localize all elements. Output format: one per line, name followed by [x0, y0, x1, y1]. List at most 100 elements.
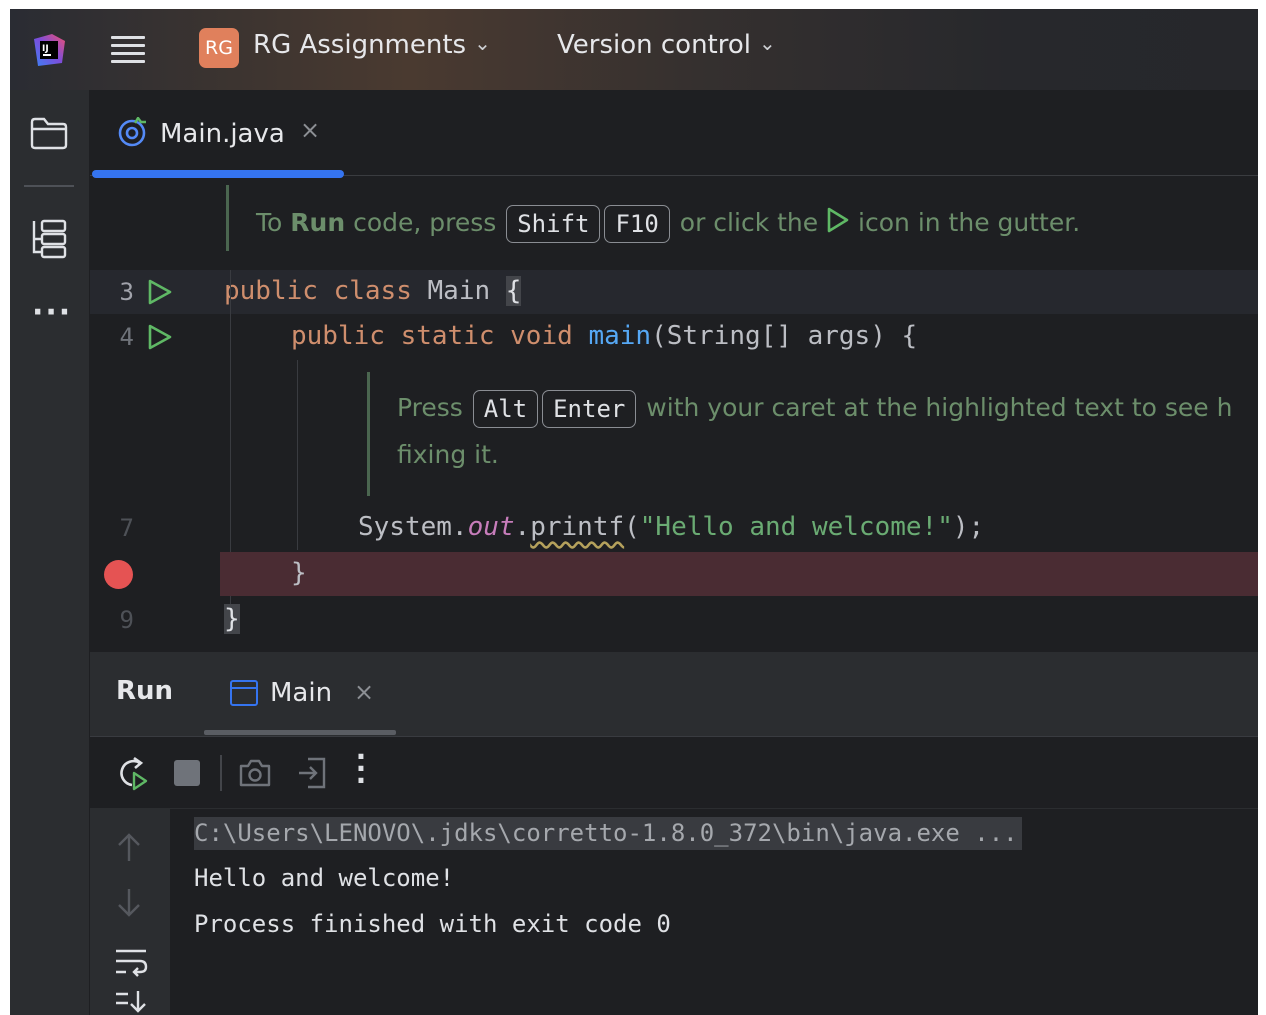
tab-main-java[interactable]: Main.java ×	[90, 90, 344, 178]
version-control-menu[interactable]: Version control ⌄	[557, 30, 776, 60]
enter-key: Enter	[542, 390, 637, 428]
code-line-7[interactable]: 7 System.out.printf("Hello and welcome!"…	[90, 506, 1258, 550]
string-literal: "Hello and welcome!"	[639, 512, 953, 542]
close-paren: );	[952, 512, 985, 542]
run-hint-prefix: To	[256, 208, 291, 237]
scroll-up-icon[interactable]	[114, 831, 144, 863]
project-selector[interactable]: RG Assignments ⌄	[253, 30, 491, 60]
close-icon[interactable]: ×	[300, 116, 320, 144]
fix-hint-line2: fixing it.	[397, 440, 499, 469]
closing-brace-method: }	[291, 558, 307, 588]
console-icon	[230, 680, 258, 706]
console-output: C:\Users\LENOVO\.jdks\corretto-1.8.0_372…	[90, 809, 1258, 1015]
keyword-static: static	[400, 321, 495, 351]
scroll-to-end-icon[interactable]	[114, 989, 148, 1015]
run-tool-window: Run Main × · · · C:\Users\LENOVO\.jdks\c…	[90, 652, 1258, 1015]
project-name: RG Assignments	[253, 30, 467, 60]
stop-icon[interactable]	[174, 760, 200, 786]
intellij-logo-icon[interactable]: IJ	[32, 33, 66, 67]
version-control-label: Version control	[557, 30, 751, 60]
structure-icon[interactable]	[30, 218, 68, 260]
code-printf-statement: System.out.printf("Hello and welcome!");	[358, 512, 984, 542]
line-number: 3	[119, 278, 134, 306]
chevron-down-icon: ⌄	[759, 31, 776, 55]
run-hint-suffix: icon in the gutter.	[850, 208, 1081, 237]
line-number: 9	[119, 606, 134, 634]
keyword-public: public	[291, 321, 385, 351]
java-command-line[interactable]: C:\Users\LENOVO\.jdks\corretto-1.8.0_372…	[194, 817, 1022, 850]
active-tab-indicator	[204, 730, 396, 735]
soft-wrap-icon[interactable]	[114, 947, 148, 977]
code-class-declaration: public class Main {	[224, 276, 522, 306]
run-gutter-icon[interactable]	[147, 278, 173, 306]
keyword-void: void	[510, 321, 573, 351]
open-brace: {	[505, 276, 522, 306]
shift-key: Shift	[506, 205, 601, 243]
system-class: System.	[358, 512, 468, 542]
alt-key: Alt	[472, 390, 539, 428]
project-badge[interactable]: RG	[199, 28, 239, 68]
svg-text:IJ: IJ	[42, 44, 49, 54]
hint-border	[367, 372, 370, 496]
console-line: C:\Users\LENOVO\.jdks\corretto-1.8.0_372…	[194, 817, 1022, 850]
code-main-method: public static void main(String[] args) {	[291, 321, 917, 351]
scroll-down-icon[interactable]	[114, 887, 144, 919]
toolbar-divider	[220, 755, 222, 791]
java-class-icon	[118, 117, 146, 147]
run-tab-main[interactable]: Main ×	[204, 652, 396, 735]
run-hint: To Run code, press Shift F10 or click the…	[256, 205, 1080, 243]
code-line-4[interactable]: 4 public static void main(String[] args)…	[90, 315, 1258, 359]
method-params: (String[] args) {	[651, 321, 918, 351]
hint-border	[226, 185, 229, 251]
ide-window: IJ RG RG Assignments ⌄ Version control ⌄ ·…	[10, 9, 1258, 1015]
chevron-down-icon: ⌄	[474, 31, 491, 55]
close-brace: }	[224, 604, 240, 634]
title-bar: IJ RG RG Assignments ⌄ Version control ⌄	[10, 9, 1258, 90]
console-side-toolbar	[90, 809, 170, 1015]
run-tab-label: Main	[270, 678, 333, 708]
tool-window-strip: ···	[10, 90, 90, 1015]
close-icon[interactable]: ×	[354, 678, 374, 706]
tab-label: Main.java	[160, 119, 285, 149]
open-paren: (	[624, 512, 640, 542]
f10-key: F10	[604, 205, 670, 243]
dot: .	[514, 512, 531, 542]
run-hint-bold: Run	[290, 208, 346, 237]
line-number: 7	[119, 514, 134, 542]
code-line-9[interactable]: 9 }	[90, 598, 1258, 642]
closing-brace-class: }	[224, 604, 240, 634]
breakpoint-icon[interactable]	[104, 560, 133, 589]
console-line: Process finished with exit code 0	[194, 910, 671, 938]
printf-method[interactable]: printf	[530, 512, 624, 542]
keyword-public: public	[224, 276, 318, 306]
editor-tab-bar: Main.java ×	[90, 90, 1258, 178]
line-number: 4	[119, 323, 134, 351]
screenshot-icon[interactable]	[238, 757, 272, 789]
editor-area: Main.java × To Run code, press Shift F10 …	[90, 90, 1258, 652]
project-folder-icon[interactable]	[30, 116, 68, 150]
active-tab-indicator	[92, 170, 344, 178]
run-gutter-icon[interactable]	[147, 323, 173, 351]
out-field: out	[467, 512, 515, 542]
run-header: Run Main ×	[90, 652, 1258, 735]
breakpoint-line-highlight	[220, 552, 1258, 596]
more-options-icon[interactable]: · · ·	[354, 743, 368, 795]
exit-icon[interactable]	[296, 755, 328, 791]
run-title: Run	[116, 676, 174, 706]
more-tools-icon[interactable]: ···	[32, 298, 70, 328]
console-line: Hello and welcome!	[194, 864, 455, 892]
keyword-class: class	[333, 276, 412, 306]
fix-hint-suffix: with your caret at the highlighted text …	[638, 393, 1233, 422]
main-menu-icon[interactable]	[111, 32, 145, 66]
code-line-3[interactable]: 3 public class Main {	[90, 270, 1258, 314]
toolstrip-divider	[24, 185, 74, 187]
class-name: Main	[427, 276, 491, 306]
run-hint-mid: code, press	[345, 208, 505, 237]
run-icon	[827, 207, 849, 233]
run-hint-after: or click the	[671, 208, 827, 237]
method-name: main	[588, 321, 652, 351]
rerun-icon[interactable]	[116, 755, 150, 791]
run-toolbar: · · ·	[90, 736, 1258, 808]
fix-hint-prefix: Press	[397, 393, 471, 422]
code-line-8[interactable]: }	[90, 552, 1258, 596]
